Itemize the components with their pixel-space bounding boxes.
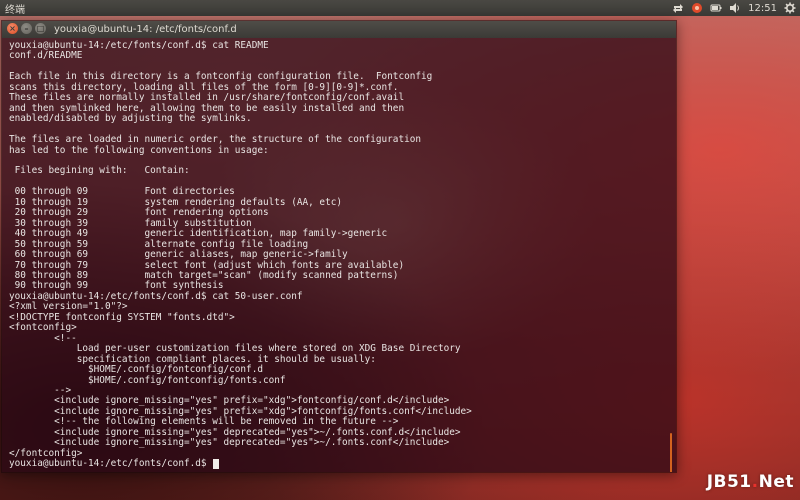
terminal-line: $HOME/.config/fontconfig/conf.d [9,364,263,376]
terminal-line: Files begining with: Contain: [9,165,190,177]
terminal-lines: youxia@ubuntu-14:/etc/fonts/conf.d$ cat … [9,40,676,459]
network-icon[interactable] [691,2,703,14]
terminal-line: 60 through 69 generic aliases, map gener… [9,249,348,261]
session-gear-icon[interactable] [784,2,796,14]
terminal-window[interactable]: × – □ youxia@ubuntu-14: /etc/fonts/conf.… [1,20,677,473]
transfer-arrows-icon[interactable] [672,2,684,14]
top-panel: 终端 12:51 [0,0,800,16]
close-window-button[interactable]: × [7,23,18,34]
terminal-prompt-line[interactable]: youxia@ubuntu-14:/etc/fonts/conf.d$ [9,458,676,470]
battery-icon[interactable] [710,2,722,14]
watermark-dot: . [751,472,759,492]
terminal-title: youxia@ubuntu-14: /etc/fonts/conf.d [54,24,237,35]
terminal-line: youxia@ubuntu-14:/etc/fonts/conf.d$ cat … [9,40,269,51]
panel-app-title: 终端 [5,4,25,16]
maximize-window-button[interactable]: □ [35,23,46,34]
window-controls: × – □ [7,23,46,34]
terminal-output[interactable]: youxia@ubuntu-14:/etc/fonts/conf.d$ cat … [2,38,676,472]
system-tray: 12:51 [672,0,796,16]
terminal-line: $HOME/.config/fontconfig/fonts.conf [9,374,286,386]
terminal-line: <fontconfig> [9,322,77,334]
terminal-scrollbar[interactable] [670,433,672,472]
terminal-line: conf.d/README [9,50,83,62]
terminal-line: <!DOCTYPE fontconfig SYSTEM "fonts.dtd"> [9,311,235,323]
terminal-line: has led to the following conventions in … [9,144,269,156]
text-cursor [213,459,220,470]
clock-text[interactable]: 12:51 [748,3,777,14]
terminal-titlebar[interactable]: × – □ youxia@ubuntu-14: /etc/fonts/conf.… [2,21,676,38]
minimize-window-button[interactable]: – [21,23,32,34]
terminal-line: The files are loaded in numeric order, t… [9,134,422,146]
terminal-line: enabled/disabled by adjusting the symlin… [9,113,252,125]
volume-icon[interactable] [729,2,741,14]
terminal-line: <include ignore_missing="yes" deprecated… [9,437,450,449]
site-watermark: JB51.Net [707,472,794,492]
terminal-prompt: youxia@ubuntu-14:/etc/fonts/conf.d$ [9,458,213,470]
watermark-suffix: Net [758,472,794,492]
watermark-prefix: JB51 [706,472,752,492]
